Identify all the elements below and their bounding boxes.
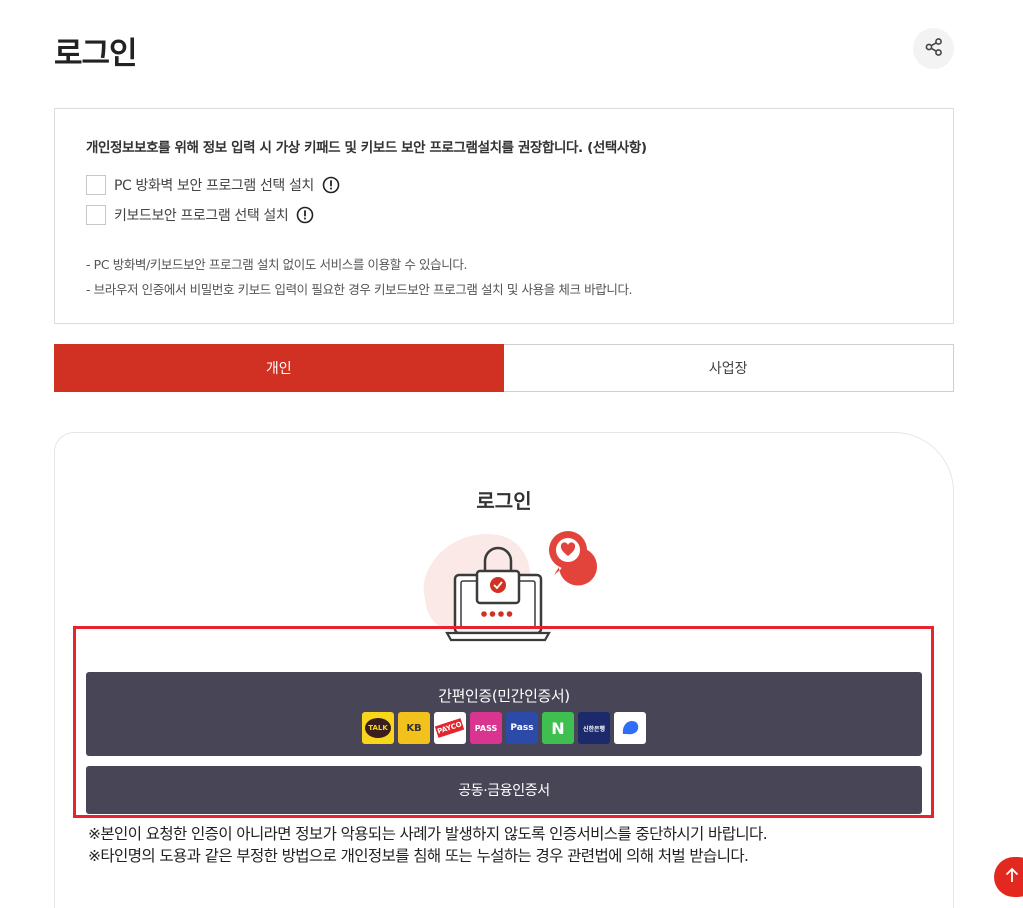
arrow-up-icon — [1005, 867, 1019, 887]
payco-logo-icon: PAYCO — [434, 712, 466, 744]
shinhan-logo-icon: 신한은행 — [578, 712, 610, 744]
share-icon — [924, 37, 944, 61]
login-card-title: 로그인 — [476, 489, 532, 513]
security-note: - PC 방화벽/키보드보안 프로그램 설치 없이도 서비스를 이용할 수 있습… — [86, 257, 468, 272]
samsung-pass-logo-icon: Pass — [506, 712, 538, 744]
keyboard-checkbox[interactable] — [86, 205, 106, 225]
naver-logo-icon: N — [542, 712, 574, 744]
firewall-option-label: PC 방화벽 보안 프로그램 선택 설치 — [114, 178, 314, 194]
easy-auth-button[interactable]: 간편인증(민간인증서) TALK KB PAYCO PASS Pass N 신한… — [86, 672, 922, 756]
easy-auth-label: 간편인증(민간인증서) — [438, 687, 570, 705]
user-type-tabs: 개인 사업장 — [54, 344, 954, 392]
warning-text: ※타인명의 도용과 같은 부정한 방법으로 개인정보를 침해 또는 누설하는 경… — [88, 847, 749, 865]
firewall-option-row: PC 방화벽 보안 프로그램 선택 설치 — [86, 175, 340, 195]
security-notice-title: 개인정보보호를 위해 정보 입력 시 가상 키패드 및 키보드 보안 프로그램설… — [86, 140, 647, 156]
security-note: - 브라우저 인증에서 비밀번호 키보드 입력이 필요한 경우 키보드보안 프로… — [86, 282, 633, 297]
firewall-checkbox[interactable] — [86, 175, 106, 195]
kb-logo-icon: KB — [398, 712, 430, 744]
tab-personal[interactable]: 개인 — [54, 344, 504, 392]
joint-financial-cert-button[interactable]: 공동·금융인증서 — [86, 766, 922, 814]
tab-business[interactable]: 사업장 — [503, 344, 954, 392]
info-icon[interactable] — [296, 206, 314, 224]
page-title: 로그인 — [54, 36, 138, 72]
keyboard-option-row: 키보드보안 프로그램 선택 설치 — [86, 205, 314, 225]
info-icon[interactable] — [322, 176, 340, 194]
provider-logos: TALK KB PAYCO PASS Pass N 신한은행 — [362, 712, 646, 744]
scroll-top-button[interactable] — [994, 857, 1023, 897]
keyboard-option-label: 키보드보안 프로그램 선택 설치 — [114, 208, 289, 224]
warning-text: ※본인이 요청한 인증이 아니라면 정보가 악용되는 사례가 발생하지 않도록 … — [88, 825, 768, 843]
share-button[interactable] — [913, 28, 954, 69]
security-notice-box: 개인정보보호를 위해 정보 입력 시 가상 키패드 및 키보드 보안 프로그램설… — [54, 108, 954, 324]
kakao-logo-icon: TALK — [362, 712, 394, 744]
toss-logo-icon — [614, 712, 646, 744]
pass-logo-icon: PASS — [470, 712, 502, 744]
